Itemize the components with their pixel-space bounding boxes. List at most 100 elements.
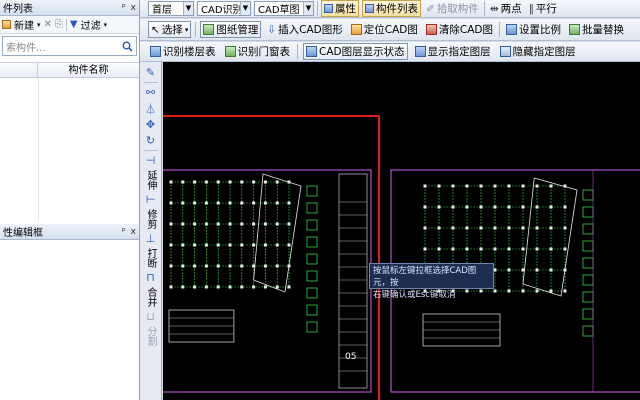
dropdown-arrow-icon[interactable]: ▾ — [37, 21, 41, 29]
pick-icon: ✐ — [426, 2, 435, 15]
right-plan-column — [521, 226, 525, 230]
split-button[interactable]: 分割 — [145, 326, 156, 346]
component-list[interactable] — [0, 78, 139, 222]
parallel-button[interactable]: ∥ 平行 — [527, 0, 559, 17]
component-name-column[interactable]: 构件名称 — [38, 63, 139, 77]
hide-layer-button[interactable]: 隐藏指定图层 — [498, 43, 578, 60]
pen-icon[interactable]: ✎ — [144, 66, 158, 79]
left-plan-column — [193, 222, 197, 226]
insert-cad-button[interactable]: ⇩ 插入CAD图形 — [265, 21, 344, 38]
chevron-down-icon[interactable]: ▼ — [240, 2, 250, 15]
right-plan-column — [451, 205, 455, 209]
filter-icon: ▼ — [69, 19, 78, 30]
copy-icon[interactable]: ⎘ — [55, 19, 63, 30]
batch-replace-button[interactable]: 批量替换 — [567, 21, 626, 38]
left-plan-column — [228, 222, 232, 226]
search-input[interactable]: 索构件... — [6, 39, 46, 54]
clear-cad-button[interactable]: 清除CAD图 — [424, 21, 495, 38]
identify-floor-table-label: 识别楼层表 — [163, 46, 216, 58]
left-plan-column — [181, 243, 185, 247]
mirror-icon[interactable]: ⏃ — [144, 102, 158, 116]
identify-door-window-button[interactable]: 识别门窗表 — [223, 43, 293, 60]
right-plan-column — [493, 184, 497, 188]
extend-icon: ⊣ — [145, 154, 156, 167]
drawing-management-icon — [203, 24, 215, 35]
parallel-icon: ∥ — [528, 2, 534, 15]
right-plan-column — [423, 247, 427, 251]
clear-icon — [425, 24, 437, 35]
extend-button[interactable]: 延伸 — [145, 170, 156, 190]
property-editor-body[interactable] — [0, 240, 139, 400]
split-icon: ⊔ — [146, 310, 155, 323]
component-list-button[interactable]: 构件列表 — [362, 0, 421, 17]
new-button[interactable]: 新建 — [14, 17, 34, 32]
right-plan-column — [549, 226, 553, 230]
trim-button[interactable]: 修剪 — [145, 209, 156, 229]
properties-button[interactable]: 属性 — [321, 0, 359, 17]
right-plan-column — [507, 289, 511, 293]
component-list-toolbar: 新建 ▾ ✕ ⎘ ▼ 过滤 ▾ — [0, 16, 139, 34]
cad-drawing-canvas[interactable]: 按鼠标左键拉框选择CAD图元，按 右键确认或Esc键取消 05 — [163, 62, 640, 400]
search-box[interactable]: 索构件... — [2, 36, 137, 56]
chevron-down-icon[interactable]: ▾ — [185, 26, 189, 34]
move-icon[interactable]: ✥ — [144, 118, 158, 131]
right-plan-detail-box — [582, 240, 594, 252]
sheet-select[interactable]: CAD草图 ▼ — [254, 1, 314, 16]
left-plan-detail-box — [306, 236, 318, 248]
close-icon[interactable]: x — [131, 3, 136, 13]
two-points-button[interactable]: ⇹ 两点 — [488, 0, 524, 17]
component-list-panel-title: 件列表 ᵖ x — [0, 0, 139, 16]
right-plan-column — [507, 184, 511, 188]
break-icon: ⊥ — [145, 232, 156, 245]
list-icon — [365, 4, 374, 13]
rotate-icon[interactable]: ↻ — [144, 134, 158, 147]
component-table-header: 构件名称 — [0, 62, 139, 78]
left-plan-column — [216, 201, 220, 205]
pin-icon[interactable]: ᵖ — [122, 3, 126, 13]
chevron-down-icon[interactable]: ▼ — [183, 2, 193, 15]
right-plan-column — [521, 205, 525, 209]
mode-select[interactable]: CAD识别 ▼ — [197, 1, 251, 16]
left-plan-column — [193, 180, 197, 184]
left-plan-column — [252, 243, 256, 247]
break-button[interactable]: 打断 — [145, 248, 156, 268]
left-plan-column — [204, 264, 208, 268]
identify-floor-table-button[interactable]: 识别楼层表 — [148, 43, 218, 60]
filter-button[interactable]: 过滤 — [81, 17, 101, 32]
link-icon[interactable]: ⚯ — [144, 86, 158, 99]
right-plan-column — [549, 289, 553, 293]
select-button[interactable]: ↖ 选择 ▾ — [148, 21, 192, 38]
right-plan-column — [493, 247, 497, 251]
filter-dropdown-icon[interactable]: ▾ — [104, 21, 108, 29]
locate-cad-button[interactable]: 定位CAD图 — [349, 21, 420, 38]
pin-icon[interactable]: ᵖ — [122, 227, 126, 237]
left-plan-column — [193, 201, 197, 205]
right-plan-column — [507, 205, 511, 209]
left-plan-column — [240, 201, 244, 205]
left-plan-column — [263, 285, 267, 289]
delete-icon[interactable]: ✕ — [44, 19, 52, 30]
left-plan-column — [263, 180, 267, 184]
chevron-down-icon[interactable]: ▼ — [303, 2, 313, 15]
search-icon[interactable] — [122, 41, 133, 52]
floor-select[interactable]: 首层 ▼ — [148, 1, 194, 16]
sheet-number: 05 — [345, 352, 357, 362]
left-plan-column — [181, 180, 185, 184]
right-plan-column — [507, 247, 511, 251]
drawing-management-button[interactable]: 图纸管理 — [200, 21, 262, 38]
set-scale-button[interactable]: 设置比例 — [504, 21, 563, 38]
pick-component-button[interactable]: ✐ 拾取构件 — [424, 0, 481, 17]
merge-button[interactable]: 合并 — [145, 287, 156, 307]
right-plan-column — [535, 268, 539, 272]
parallel-label: 平行 — [535, 3, 557, 15]
column-divider — [38, 78, 39, 222]
two-points-label: 两点 — [500, 3, 522, 15]
close-icon[interactable]: x — [131, 227, 136, 237]
left-plan-column — [252, 285, 256, 289]
left-plan-detail-box — [306, 287, 318, 299]
show-layer-button[interactable]: 显示指定图层 — [413, 43, 493, 60]
batch-replace-icon — [568, 24, 580, 35]
mode-select-value: CAD识别 — [201, 5, 243, 16]
right-plan-column — [507, 268, 511, 272]
cad-layer-display-button[interactable]: CAD图层显示状态 — [303, 43, 408, 60]
